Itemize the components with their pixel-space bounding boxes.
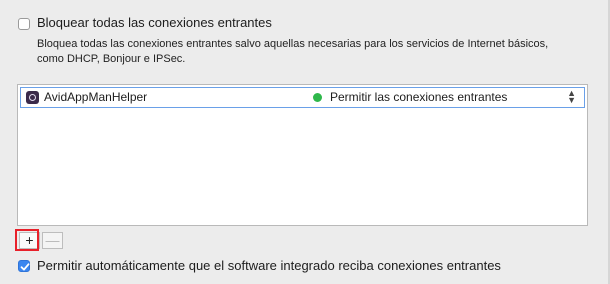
list-item[interactable]: AvidAppManHelper Permitir las conexiones…	[20, 87, 585, 108]
auto-allow-label: Permitir automáticamente que el software…	[37, 258, 501, 273]
app-list[interactable]: AvidAppManHelper Permitir las conexiones…	[17, 84, 588, 226]
checkmark-icon	[20, 263, 30, 271]
block-all-checkbox[interactable]	[18, 18, 30, 30]
select-arrows-icon[interactable]: ▲ ▼	[567, 89, 576, 105]
status-dot-icon	[313, 93, 322, 102]
connection-status-select[interactable]: Permitir las conexiones entrantes	[330, 90, 507, 104]
app-name: AvidAppManHelper	[44, 90, 148, 104]
highlight-box	[15, 229, 39, 251]
block-all-description: Bloquea todas las conexiones entrantes s…	[37, 38, 549, 65]
remove-button[interactable]: —	[42, 232, 63, 249]
app-icon	[26, 91, 39, 104]
block-all-label: Bloquear todas las conexiones entrantes	[37, 15, 272, 30]
auto-allow-checkbox[interactable]	[18, 260, 30, 272]
